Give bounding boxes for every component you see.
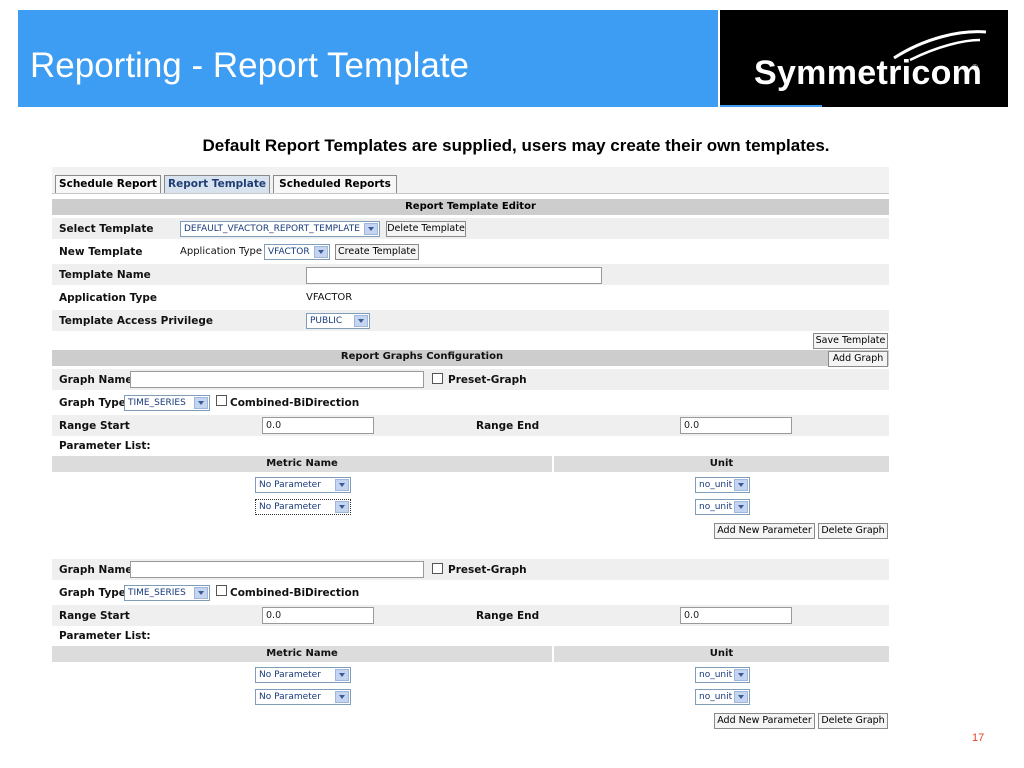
parameter-list-label: Parameter List:: [59, 440, 151, 452]
create-template-button[interactable]: Create Template: [335, 244, 419, 260]
dropdown-arrow-icon: [335, 479, 349, 491]
unit-header: Unit: [554, 646, 889, 662]
graph-name-label: Graph Name: [59, 374, 133, 386]
graph-type-label: Graph Type: [59, 587, 126, 599]
application-type-row: Application Type VFACTOR: [52, 287, 889, 308]
access-privilege-label: Template Access Privilege: [59, 315, 213, 327]
graph-1-parameter-list-row: Parameter List:: [52, 437, 889, 455]
graph-type-dropdown[interactable]: TIME_SERIES: [124, 585, 210, 601]
access-privilege-row: Template Access Privilege PUBLIC: [52, 310, 889, 331]
graph-type-dropdown[interactable]: TIME_SERIES: [124, 395, 210, 411]
application-type-dropdown[interactable]: VFACTOR: [264, 244, 330, 260]
graph-1-type-row: Graph Type TIME_SERIES Combined-BiDirect…: [52, 392, 889, 413]
dropdown-arrow-icon: [194, 587, 208, 599]
preset-graph-checkbox[interactable]: [432, 373, 443, 384]
dropdown-arrow-icon: [734, 479, 748, 491]
graph-name-input[interactable]: [130, 561, 424, 578]
preset-graph-checkbox[interactable]: [432, 563, 443, 574]
editor-header: Report Template Editor: [52, 199, 889, 215]
range-start-label: Range Start: [59, 610, 130, 622]
dropdown-arrow-icon: [335, 501, 349, 513]
range-end-input[interactable]: 0.0: [680, 607, 792, 624]
range-start-input[interactable]: 0.0: [262, 417, 374, 434]
range-end-label: Range End: [476, 420, 540, 432]
logo-text: Symmetricom: [754, 54, 983, 92]
template-name-row: Template Name: [52, 264, 889, 285]
dropdown-arrow-icon: [734, 501, 748, 513]
unit-dropdown[interactable]: no_unit: [695, 477, 750, 493]
save-template-button[interactable]: Save Template: [813, 333, 888, 349]
logo-box: Symmetricom ®: [720, 10, 1008, 107]
template-name-label: Template Name: [59, 269, 151, 281]
graph-2-range-row: Range Start 0.0 Range End 0.0: [52, 605, 889, 626]
graph-1-range-row: Range Start 0.0 Range End 0.0: [52, 415, 889, 436]
dropdown-arrow-icon: [364, 223, 378, 235]
delete-graph-button[interactable]: Delete Graph: [818, 713, 888, 729]
metric-name-dropdown[interactable]: No Parameter: [255, 689, 351, 705]
unit-dropdown[interactable]: no_unit: [695, 667, 750, 683]
logo-underline: [720, 105, 822, 107]
graph-2-parameter-list-row: Parameter List:: [52, 627, 889, 645]
tab-schedule-report[interactable]: Schedule Report: [55, 175, 161, 193]
graph-name-input[interactable]: [130, 371, 424, 388]
select-template-dropdown[interactable]: DEFAULT_VFACTOR_REPORT_TEMPLATE: [180, 221, 380, 237]
range-end-label: Range End: [476, 610, 540, 622]
add-graph-button[interactable]: Add Graph: [828, 351, 888, 367]
preset-graph-label: Preset-Graph: [448, 564, 527, 576]
range-end-input[interactable]: 0.0: [680, 417, 792, 434]
graph-type-label: Graph Type: [59, 397, 126, 409]
application-type-inline-label: Application Type: [180, 246, 263, 257]
combined-bidirection-label: Combined-BiDirection: [230, 587, 360, 599]
dropdown-arrow-icon: [194, 397, 208, 409]
template-name-input[interactable]: [306, 267, 602, 284]
dropdown-arrow-icon: [314, 246, 328, 258]
graphs-config-header: Report Graphs Configuration: [52, 350, 889, 366]
tab-report-template[interactable]: Report Template: [164, 175, 270, 193]
graph-name-label: Graph Name: [59, 564, 133, 576]
add-new-parameter-button[interactable]: Add New Parameter: [714, 713, 815, 729]
new-template-label: New Template: [59, 246, 143, 258]
combined-bidirection-checkbox[interactable]: [216, 585, 227, 596]
select-template-label: Select Template: [59, 223, 154, 235]
metric-name-dropdown[interactable]: No Parameter: [255, 667, 351, 683]
access-privilege-dropdown[interactable]: PUBLIC: [306, 313, 370, 329]
range-start-input[interactable]: 0.0: [262, 607, 374, 624]
unit-dropdown[interactable]: no_unit: [695, 689, 750, 705]
dropdown-arrow-icon: [734, 691, 748, 703]
metric-name-header: Metric Name: [52, 456, 552, 472]
unit-dropdown[interactable]: no_unit: [695, 499, 750, 515]
metric-name-header: Metric Name: [52, 646, 552, 662]
slide-subtitle: Default Report Templates are supplied, u…: [202, 136, 830, 155]
metric-name-dropdown[interactable]: No Parameter: [255, 477, 351, 493]
graphs-config-title: Report Graphs Configuration: [340, 351, 504, 362]
new-template-row: New Template Application Type VFACTOR Cr…: [52, 241, 889, 262]
delete-graph-button[interactable]: Delete Graph: [818, 523, 888, 539]
slide-title: Reporting - Report Template: [30, 46, 470, 85]
graph-2-type-row: Graph Type TIME_SERIES Combined-BiDirect…: [52, 582, 889, 603]
application-type-value: VFACTOR: [306, 292, 353, 303]
dropdown-arrow-icon: [335, 669, 349, 681]
unit-header: Unit: [554, 456, 889, 472]
combined-bidirection-checkbox[interactable]: [216, 395, 227, 406]
application-type-label: Application Type: [59, 292, 158, 304]
dropdown-arrow-icon: [734, 669, 748, 681]
parameter-list-label: Parameter List:: [59, 630, 151, 642]
dropdown-arrow-icon: [335, 691, 349, 703]
tab-scheduled-reports[interactable]: Scheduled Reports: [273, 175, 397, 193]
select-template-row: Select Template DEFAULT_VFACTOR_REPORT_T…: [52, 218, 889, 239]
dropdown-arrow-icon: [354, 315, 368, 327]
combined-bidirection-label: Combined-BiDirection: [230, 397, 360, 409]
page-number: 17: [972, 732, 985, 744]
title-banner: Reporting - Report Template: [18, 10, 718, 107]
range-start-label: Range Start: [59, 420, 130, 432]
preset-graph-label: Preset-Graph: [448, 374, 527, 386]
graph-2-name-row: Graph Name Preset-Graph: [52, 559, 889, 580]
delete-template-button[interactable]: Delete Template: [386, 221, 466, 237]
graph-1-name-row: Graph Name Preset-Graph: [52, 369, 889, 390]
metric-name-dropdown[interactable]: No Parameter: [255, 499, 351, 515]
add-new-parameter-button[interactable]: Add New Parameter: [714, 523, 815, 539]
registered-mark: ®: [972, 63, 978, 72]
